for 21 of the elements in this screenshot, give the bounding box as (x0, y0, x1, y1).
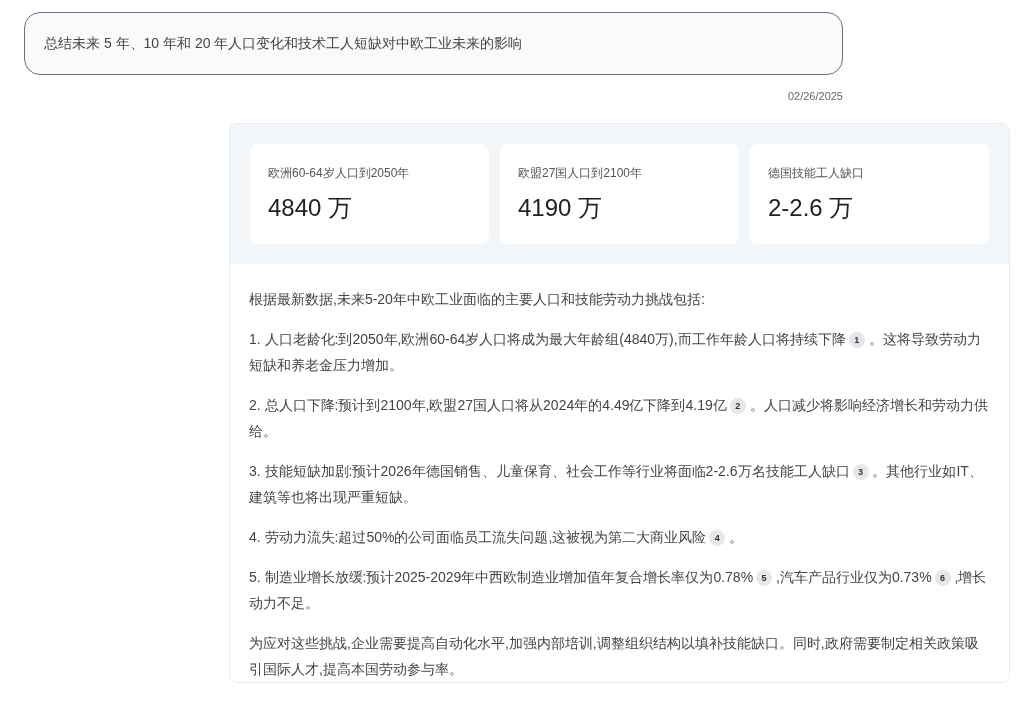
citation-link[interactable]: 1 (848, 331, 865, 348)
answer-paragraph: 4. 劳动力流失:超过50%的公司面临员工流失问题,这被视为第二大商业风险 4 。 (249, 527, 745, 548)
answer-paragraph: 为应对这些挑战,企业需要提高自动化水平,加强内部培训,调整组织结构以填补技能缺口。同时,政府需要制定相关政策吸引国际人才,提高本国劳动参与率。 (249, 633, 980, 679)
answer-paragraph: 根据最新数据,未来5-20年中欧工业面临的主要人口和技能劳动力挑战包括: (249, 289, 706, 309)
stat-value: 4840 万 (268, 192, 353, 223)
answer-paragraph: 3. 技能短缺加剧:预计2026年德国销售、儿童保育、社会工作等行业将面临2-2.6万名技能工人缺口 3 。其他行业如IT、建筑等也将出现严重短缺。 (249, 461, 984, 507)
citation-link[interactable]: 4 (709, 529, 726, 546)
answer-paragraph: 5. 制造业增长放缓:预计2025-2029年中西欧制造业增加值年复合增长率仅为0.78% 5 ,汽车产品行业仅为0.73% 6 ,增长动力不足。 (249, 567, 988, 613)
citation-link[interactable]: 2 (729, 397, 746, 414)
answer-paragraph: 1. 人口老龄化:到2050年,欧洲60-64岁人口将成为最大年龄组(4840万),而工作年龄人口将持续下降 1 。这将导致劳动力短缺和养老金压力增加。 (249, 329, 982, 375)
query-bubble: 总结未来 5 年、10 年和 20 年人口变化和技术工人短缺对中欧工业未来的影响 (24, 12, 843, 75)
stat-value: 4190 万 (518, 192, 603, 223)
stat-label: 德国技能工人缺口 (768, 164, 864, 182)
citation-link[interactable]: 3 (852, 463, 869, 480)
answer-paragraph: 2. 总人口下降:预计到2100年,欧盟27国人口将从2024年的4.49亿下降到4.19亿 2 。人口减少将影响经济增长和劳动力供给。 (249, 395, 989, 441)
stat-value: 2-2.6 万 (768, 192, 854, 223)
message-date: 02/26/2025 (786, 89, 843, 104)
stat-label: 欧洲60-64岁人口到2050年 (268, 164, 410, 182)
citation-link[interactable]: 5 (756, 569, 773, 586)
stat-label: 欧盟27国人口到2100年 (518, 164, 643, 182)
citation-link[interactable]: 6 (934, 569, 951, 586)
